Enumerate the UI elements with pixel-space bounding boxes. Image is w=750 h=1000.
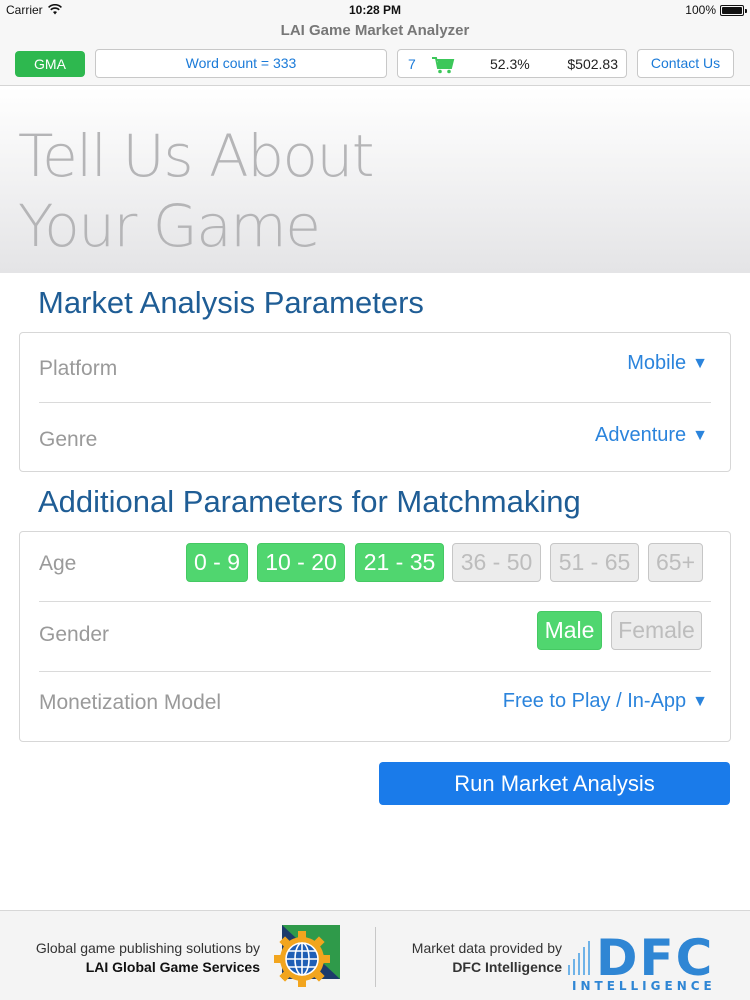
- nav-bar: LAI Game Market Analyzer GMA Word count …: [0, 20, 750, 86]
- dfc-credit-line2: DFC Intelligence: [452, 959, 562, 975]
- dfc-credit-line1: Market data provided by: [411, 940, 562, 956]
- cart-price: $502.83: [567, 56, 618, 72]
- monetization-select[interactable]: Free to Play / In-App ▼: [503, 690, 708, 713]
- age-row: Age 0 - 9 10 - 20 21 - 35 36 - 50 51 - 6…: [39, 532, 711, 602]
- clock: 10:28 PM: [348, 3, 402, 17]
- cart-icon: [432, 57, 455, 74]
- dropdown-triangle-icon: ▼: [692, 427, 708, 444]
- platform-label: Platform: [39, 357, 118, 380]
- gender-label: Gender: [39, 623, 110, 646]
- gender-option-female[interactable]: Female: [611, 611, 702, 650]
- age-label: Age: [39, 552, 77, 575]
- lai-credit-line2: LAI Global Game Services: [85, 959, 260, 975]
- globe-gear-logo[interactable]: [268, 925, 340, 989]
- gender-option-male[interactable]: Male: [537, 611, 602, 650]
- market-section-title: Market Analysis Parameters: [38, 285, 424, 320]
- hero-banner: Tell Us About Your Game: [0, 87, 750, 273]
- platform-row[interactable]: Platform Mobile ▼: [39, 333, 711, 403]
- genre-row[interactable]: Genre Adventure ▼: [39, 403, 711, 473]
- gma-button[interactable]: GMA: [15, 51, 85, 77]
- word-count-button[interactable]: Word count = 333: [95, 49, 387, 78]
- status-bar: Carrier 10:28 PM 100%: [0, 0, 750, 20]
- battery-icon: [720, 5, 747, 16]
- age-option-51-65[interactable]: 51 - 65: [550, 543, 639, 582]
- footer-divider: [375, 927, 376, 987]
- dropdown-triangle-icon: ▼: [692, 355, 708, 372]
- cart-summary-button[interactable]: 7 52.3% $502.83: [397, 49, 627, 78]
- monetization-label: Monetization Model: [39, 691, 222, 714]
- lai-credit-line1: Global game publishing solutions by: [35, 940, 260, 956]
- run-market-analysis-button[interactable]: Run Market Analysis: [379, 762, 730, 805]
- genre-select[interactable]: Adventure ▼: [595, 424, 708, 447]
- dfc-credit: Market data provided by DFC Intelligence: [412, 939, 562, 977]
- age-option-36-50[interactable]: 36 - 50: [452, 543, 541, 582]
- dfc-logo[interactable]: DFC INTELLIGENCE: [566, 925, 738, 993]
- age-option-10-20[interactable]: 10 - 20: [257, 543, 345, 582]
- dropdown-triangle-icon: ▼: [692, 693, 708, 710]
- platform-select[interactable]: Mobile ▼: [627, 352, 708, 375]
- age-option-0-9[interactable]: 0 - 9: [186, 543, 248, 582]
- age-option-21-35[interactable]: 21 - 35: [355, 543, 444, 582]
- monetization-row[interactable]: Monetization Model Free to Play / In-App…: [39, 672, 711, 742]
- page-title: Tell Us About Your Game: [18, 122, 375, 260]
- genre-label: Genre: [39, 428, 98, 451]
- contact-us-button[interactable]: Contact Us: [637, 49, 734, 78]
- market-parameters-card: Platform Mobile ▼ Genre Adventure ▼: [19, 332, 731, 472]
- dfc-logo-subtext: INTELLIGENCE: [572, 979, 716, 993]
- battery-percent: 100%: [685, 3, 716, 17]
- matchmaking-section-title: Additional Parameters for Matchmaking: [38, 484, 581, 519]
- matchmaking-card: Age 0 - 9 10 - 20 21 - 35 36 - 50 51 - 6…: [19, 531, 731, 742]
- app-title: LAI Game Market Analyzer: [280, 22, 470, 39]
- cart-percent: 52.3%: [490, 56, 530, 72]
- gender-row: Gender Male Female: [39, 602, 711, 672]
- age-option-65-plus[interactable]: 65+: [648, 543, 703, 582]
- cart-count: 7: [408, 56, 416, 72]
- footer: Global game publishing solutions by LAI …: [0, 910, 750, 1000]
- lai-credit: Global game publishing solutions by LAI …: [36, 939, 260, 977]
